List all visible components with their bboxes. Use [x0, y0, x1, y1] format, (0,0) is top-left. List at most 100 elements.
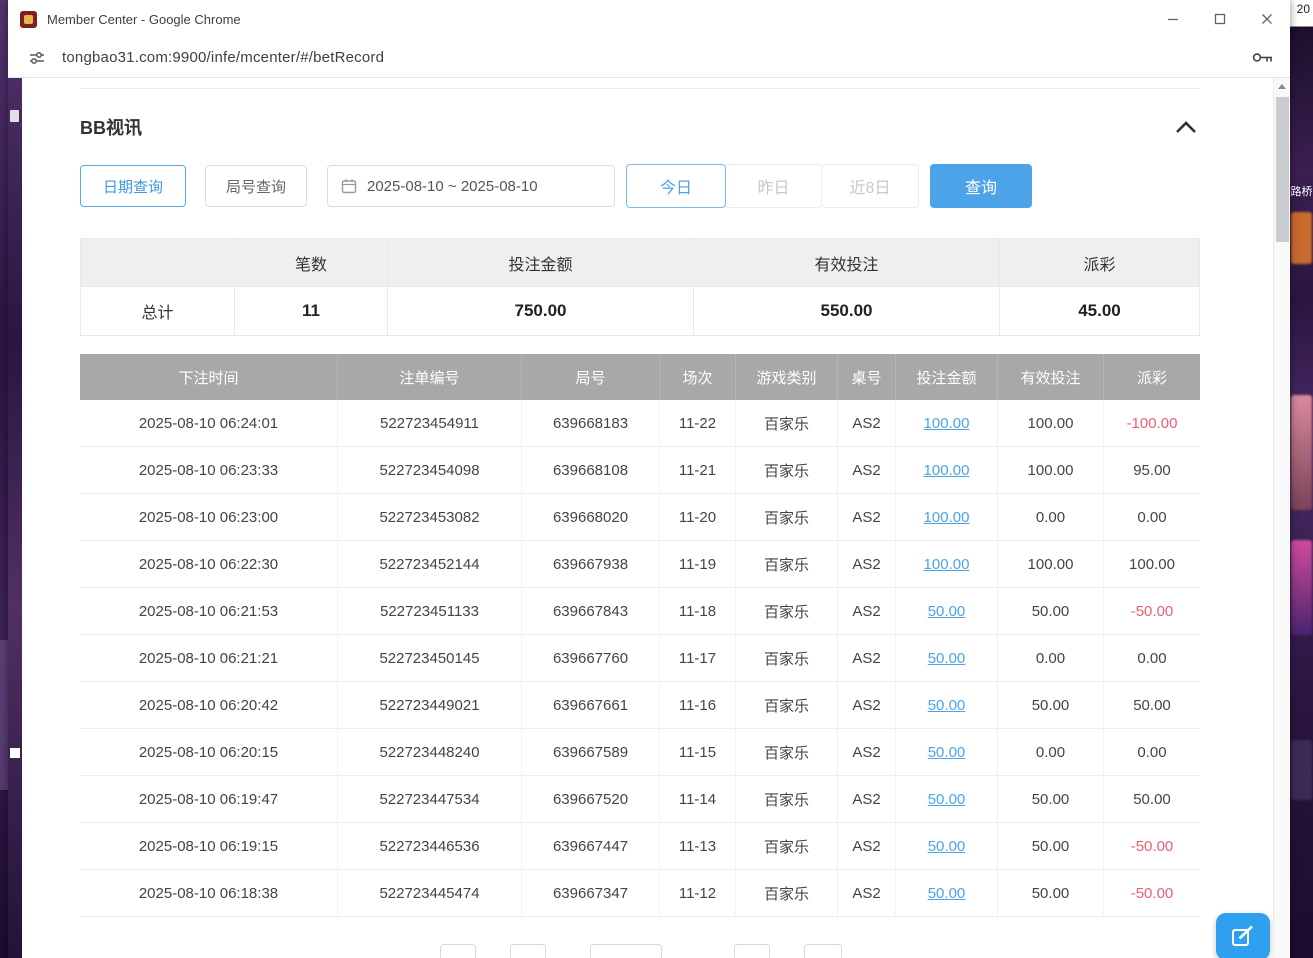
table-id-cell: AS2 [838, 823, 896, 869]
close-icon [1261, 13, 1273, 25]
desktop-wallpaper-fragment [1291, 212, 1312, 264]
column-header: 局号 [522, 354, 660, 400]
pagination-page-size[interactable] [590, 944, 662, 958]
game-type-cell: 百家乐 [736, 588, 838, 634]
bet-time-cell: 2025-08-10 06:20:42 [80, 682, 338, 728]
game-type-cell: 百家乐 [736, 870, 838, 916]
game-type-cell: 百家乐 [736, 729, 838, 775]
round-id-cell: 639667760 [522, 635, 660, 681]
yesterday-button[interactable]: 昨日 [725, 164, 822, 208]
tune-icon[interactable] [24, 45, 50, 71]
game-type-cell: 百家乐 [736, 776, 838, 822]
session-cell: 11-20 [660, 494, 736, 540]
desktop-right-label: 路桥 [1290, 186, 1313, 199]
maximize-button[interactable] [1196, 0, 1243, 38]
page-viewport: BB视讯 日期查询 局号查询 2025-08-10 ~ 2025-08-10 今… [8, 78, 1290, 958]
bet-table: 下注时间注单编号局号场次游戏类别桌号投注金额有效投注派彩 2025-08-10 … [80, 354, 1200, 917]
address-bar: tongbao31.com:9900/infe/mcenter/#/betRec… [8, 38, 1290, 78]
bet-amount-link[interactable]: 50.00 [928, 838, 966, 855]
session-cell: 11-14 [660, 776, 736, 822]
round-query-tab[interactable]: 局号查询 [205, 165, 307, 207]
minimize-button[interactable] [1149, 0, 1196, 38]
bet-amount-cell[interactable]: 50.00 [896, 729, 998, 775]
bet-amount-link[interactable]: 100.00 [924, 415, 970, 432]
url-text[interactable]: tongbao31.com:9900/infe/mcenter/#/betRec… [62, 49, 384, 66]
bet-amount-link[interactable]: 50.00 [928, 697, 966, 714]
collapse-chevron-icon[interactable] [1172, 117, 1200, 137]
last8days-button[interactable]: 近8日 [821, 164, 919, 208]
pagination-button[interactable] [734, 944, 770, 958]
round-id-cell: 639668020 [522, 494, 660, 540]
table-row: 2025-08-10 06:19:47522723447534639667520… [80, 776, 1200, 823]
game-type-cell: 百家乐 [736, 494, 838, 540]
column-header: 注单编号 [338, 354, 522, 400]
bet-amount-cell[interactable]: 100.00 [896, 541, 998, 587]
column-header: 桌号 [838, 354, 896, 400]
search-button[interactable]: 查询 [930, 164, 1032, 208]
bet-amount-cell[interactable]: 50.00 [896, 823, 998, 869]
bet-amount-cell[interactable]: 50.00 [896, 635, 998, 681]
table-row: 2025-08-10 06:20:15522723448240639667589… [80, 729, 1200, 776]
bet-amount-link[interactable]: 50.00 [928, 650, 966, 667]
feedback-edit-button[interactable] [1216, 913, 1270, 958]
page-background-qr [10, 748, 20, 758]
scroll-up-icon[interactable] [1274, 78, 1290, 95]
desktop-clock-text: 20 [1297, 2, 1310, 16]
summary-header-row: 笔数 投注金额 有效投注 派彩 [81, 239, 1199, 287]
game-type-cell: 百家乐 [736, 682, 838, 728]
order-id-cell: 522723446536 [338, 823, 522, 869]
scrollbar-thumb[interactable] [1276, 97, 1289, 242]
bet-amount-link[interactable]: 50.00 [928, 791, 966, 808]
table-id-cell: AS2 [838, 776, 896, 822]
pagination-button[interactable] [440, 944, 476, 958]
bet-amount-link[interactable]: 50.00 [928, 744, 966, 761]
bet-amount-cell[interactable]: 100.00 [896, 447, 998, 493]
summary-valid-bet-value: 550.00 [694, 287, 1000, 335]
date-range-input[interactable]: 2025-08-10 ~ 2025-08-10 [327, 165, 615, 207]
bet-amount-link[interactable]: 100.00 [924, 462, 970, 479]
table-id-cell: AS2 [838, 400, 896, 446]
summary-payout-value: 45.00 [1000, 287, 1199, 335]
today-button[interactable]: 今日 [626, 164, 726, 208]
bet-amount-link[interactable]: 50.00 [928, 885, 966, 902]
summary-header-valid-bet: 有效投注 [694, 239, 1000, 286]
round-id-cell: 639667938 [522, 541, 660, 587]
summary-header-count: 笔数 [235, 239, 388, 286]
edit-icon [1230, 924, 1256, 950]
bet-time-cell: 2025-08-10 06:19:15 [80, 823, 338, 869]
bet-amount-link[interactable]: 100.00 [924, 556, 970, 573]
payout-cell: -50.00 [1104, 588, 1200, 634]
order-id-cell: 522723449021 [338, 682, 522, 728]
order-id-cell: 522723448240 [338, 729, 522, 775]
pagination-button[interactable] [510, 944, 546, 958]
bet-amount-cell[interactable]: 100.00 [896, 400, 998, 446]
desktop-wallpaper-fragment [1291, 540, 1312, 635]
table-id-cell: AS2 [838, 682, 896, 728]
summary-count-value: 11 [235, 287, 388, 335]
bet-amount-cell[interactable]: 50.00 [896, 682, 998, 728]
close-button[interactable] [1243, 0, 1290, 38]
pagination-button[interactable] [804, 944, 842, 958]
bet-amount-cell[interactable]: 50.00 [896, 776, 998, 822]
bet-time-cell: 2025-08-10 06:21:21 [80, 635, 338, 681]
key-icon[interactable] [1252, 51, 1274, 64]
table-id-cell: AS2 [838, 447, 896, 493]
summary-total-label: 总计 [81, 287, 235, 335]
bet-amount-cell[interactable]: 50.00 [896, 588, 998, 634]
round-id-cell: 639668183 [522, 400, 660, 446]
bet-amount-cell[interactable]: 50.00 [896, 870, 998, 916]
valid-bet-cell: 100.00 [998, 400, 1104, 446]
table-id-cell: AS2 [838, 541, 896, 587]
bet-amount-link[interactable]: 50.00 [928, 603, 966, 620]
maximize-icon [1214, 13, 1226, 25]
date-query-tab[interactable]: 日期查询 [80, 165, 186, 207]
order-id-cell: 522723454098 [338, 447, 522, 493]
payout-cell: -50.00 [1104, 870, 1200, 916]
session-cell: 11-15 [660, 729, 736, 775]
window-controls [1149, 0, 1290, 38]
order-id-cell: 522723445474 [338, 870, 522, 916]
bet-amount-link[interactable]: 100.00 [924, 509, 970, 526]
scrollbar[interactable] [1273, 78, 1290, 958]
bet-amount-cell[interactable]: 100.00 [896, 494, 998, 540]
titlebar[interactable]: Member Center - Google Chrome [8, 0, 1290, 38]
